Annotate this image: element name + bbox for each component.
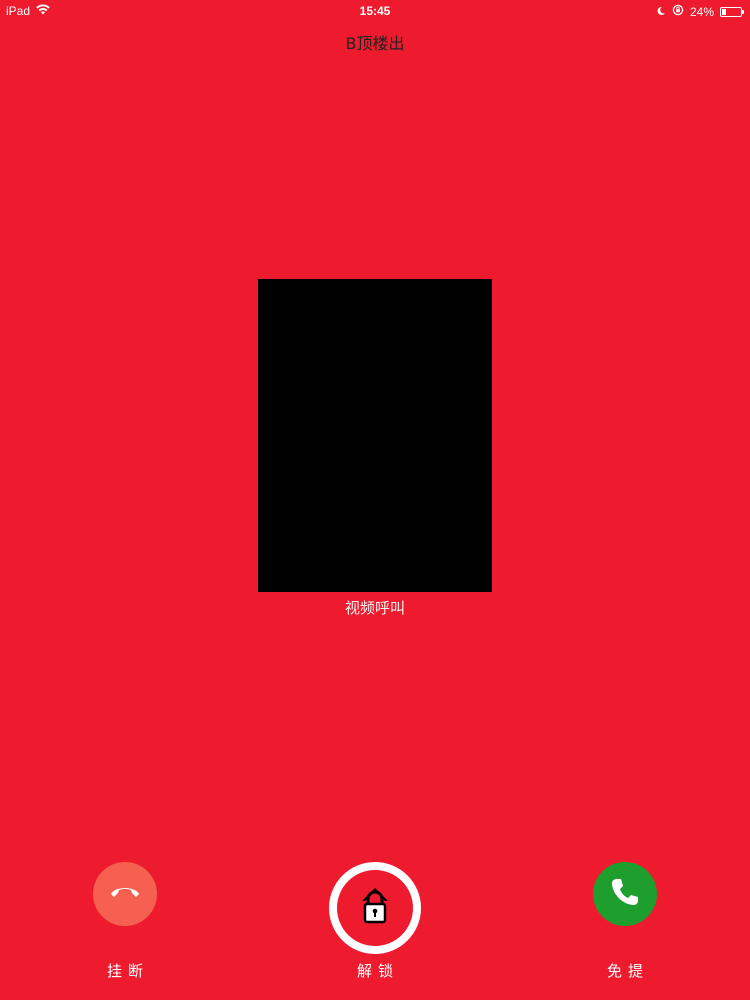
lock-icon (358, 886, 392, 930)
hangup-action: 挂断 (80, 862, 170, 981)
unlock-action: 解锁 (325, 862, 425, 981)
battery-icon (720, 6, 744, 17)
battery-fill (722, 8, 726, 15)
phone-icon (607, 874, 643, 914)
unlock-button[interactable] (329, 862, 421, 954)
handsfree-label: 免提 (606, 962, 649, 980)
hangup-button[interactable] (93, 862, 157, 926)
video-call-label: 视频呼叫 (344, 599, 405, 617)
orientation-lock-icon (672, 4, 684, 19)
hangup-label: 挂断 (106, 962, 149, 980)
handsfree-button[interactable] (593, 862, 657, 926)
video-preview (258, 279, 492, 592)
status-right: 24% (656, 4, 744, 19)
handsfree-action: 免提 (580, 862, 670, 981)
call-title: B顶楼出 (345, 34, 405, 53)
status-bar: iPad 15:45 24% (0, 0, 750, 22)
phone-hangup-icon (105, 872, 145, 916)
battery-percent: 24% (689, 4, 714, 19)
status-time: 15:45 (359, 4, 391, 18)
unlock-button-inner (337, 870, 413, 946)
moon-icon (656, 5, 666, 19)
unlock-label: 解锁 (356, 962, 399, 980)
